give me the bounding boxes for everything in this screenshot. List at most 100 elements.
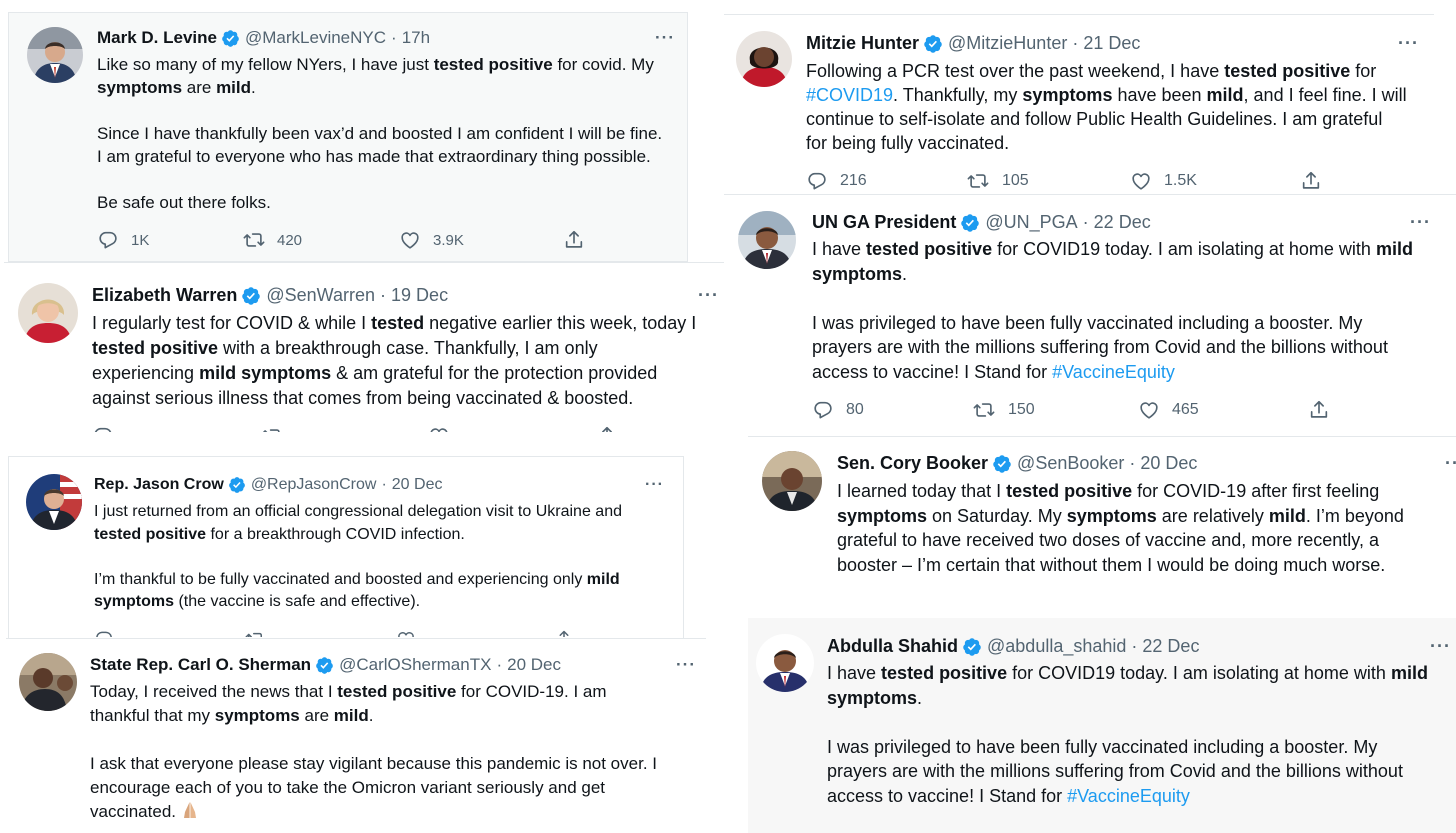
retweet-button[interactable]	[260, 425, 296, 432]
text-segment: experiencing	[92, 363, 200, 383]
tweet-card-booker[interactable]: Sen. Cory Booker @SenBooker · 20 Dec ···…	[748, 436, 1456, 618]
avatar[interactable]	[27, 27, 83, 83]
author-handle[interactable]: @SenBooker	[1017, 453, 1124, 474]
like-button[interactable]: 465	[1138, 399, 1199, 421]
like-button[interactable]: 1.5K	[1130, 170, 1197, 192]
tweet-card-hunter[interactable]: Mitzie Hunter @MitzieHunter · 21 Dec ···…	[724, 14, 1434, 194]
retweet-button[interactable]	[244, 629, 278, 637]
highlight-term: tested positive	[433, 55, 553, 74]
timestamp[interactable]: 22 Dec	[1142, 636, 1199, 657]
more-options-icon[interactable]: ···	[1410, 212, 1431, 233]
share-button[interactable]	[1308, 399, 1342, 421]
separator: ·	[391, 28, 397, 47]
like-button[interactable]	[428, 425, 462, 432]
tweet-header: Mitzie Hunter @MitzieHunter · 21 Dec	[806, 33, 1140, 54]
tweet-card-crow[interactable]: Rep. Jason Crow @RepJasonCrow · 20 Dec ·…	[8, 456, 684, 638]
separator: ·	[1072, 33, 1079, 53]
text-segment: & am grateful for the protection provide…	[331, 363, 658, 383]
author-name[interactable]: State Rep. Carl O. Sherman	[90, 655, 311, 675]
avatar[interactable]	[19, 653, 77, 711]
hashtag-link[interactable]: #VaccineEquity	[1067, 786, 1190, 806]
author-name[interactable]: Mark D. Levine	[97, 28, 217, 48]
reply-button[interactable]: 80	[812, 399, 864, 421]
more-options-icon[interactable]: ···	[698, 285, 719, 306]
reply-button[interactable]: 1K	[97, 229, 149, 251]
author-name[interactable]: Rep. Jason Crow	[94, 476, 224, 494]
text-segment: thankful that my	[90, 706, 215, 725]
timestamp[interactable]: 17h	[402, 28, 430, 48]
author-name[interactable]: Elizabeth Warren	[92, 285, 237, 306]
like-button[interactable]	[396, 629, 428, 637]
action-bar: 216 105 1.5K	[806, 170, 1326, 194]
tweet-header: Elizabeth Warren @SenWarren · 19 Dec	[92, 285, 448, 306]
tweet-card-unpga[interactable]: UN GA President @UN_PGA · 22 Dec ··· I h…	[724, 194, 1456, 436]
text-segment: (the vaccine is safe and effective).	[174, 593, 421, 611]
author-name[interactable]: Abdulla Shahid	[827, 636, 958, 657]
tweet-header: Mark D. Levine @MarkLevineNYC · 17h	[97, 28, 430, 48]
text-line: encourage each of you to take the Omicro…	[90, 778, 606, 797]
text-line: for being fully vaccinated.	[806, 133, 1010, 153]
verified-icon	[962, 637, 982, 657]
tweet-card-sherman[interactable]: State Rep. Carl O. Sherman @CarlOSherman…	[6, 638, 706, 833]
author-name[interactable]: UN GA President	[812, 212, 956, 233]
author-handle[interactable]: @UN_PGA	[985, 212, 1077, 233]
text-segment: access to vaccine! I Stand for	[812, 361, 1053, 382]
hashtag-link[interactable]: #VaccineEquity	[1052, 362, 1175, 382]
hashtag-link[interactable]: #COVID19	[806, 85, 893, 105]
like-button[interactable]: 3.9K	[399, 229, 464, 251]
author-handle[interactable]: @MitzieHunter	[948, 33, 1067, 54]
avatar[interactable]	[18, 283, 78, 343]
share-button[interactable]	[563, 229, 597, 251]
timestamp[interactable]: 19 Dec	[391, 285, 448, 306]
text-segment: Like so many of my fellow NYers, I have …	[97, 55, 434, 74]
tweet-card-shahid[interactable]: Abdulla Shahid @abdulla_shahid · 22 Dec …	[748, 618, 1456, 833]
text-segment: I have	[827, 663, 882, 683]
author-handle[interactable]: @abdulla_shahid	[987, 636, 1126, 657]
highlight-term: symptoms	[1066, 505, 1157, 526]
tweet-card-warren[interactable]: Elizabeth Warren @SenWarren · 19 Dec ···…	[4, 262, 734, 432]
reply-button[interactable]: 216	[806, 170, 867, 192]
more-options-icon[interactable]: ···	[1430, 636, 1451, 657]
avatar[interactable]	[736, 31, 792, 87]
avatar[interactable]	[762, 451, 822, 511]
more-options-icon[interactable]: ···	[1398, 33, 1419, 54]
more-options-icon[interactable]: ···	[1445, 453, 1456, 474]
share-button[interactable]	[596, 425, 630, 432]
more-options-icon[interactable]: ···	[655, 28, 675, 48]
share-button[interactable]	[1300, 170, 1334, 192]
more-options-icon[interactable]: ···	[645, 476, 664, 494]
timestamp[interactable]: 22 Dec	[1094, 212, 1151, 233]
timestamp[interactable]: 21 Dec	[1083, 33, 1140, 54]
retweet-button[interactable]: 150	[972, 399, 1035, 421]
share-icon	[596, 425, 618, 432]
like-count: 1.5K	[1164, 172, 1197, 189]
avatar[interactable]	[26, 474, 82, 530]
share-button[interactable]	[554, 629, 584, 637]
author-handle[interactable]: @CarlOShermanTX	[339, 655, 491, 675]
text-line: continue to self-isolate and follow Publ…	[806, 109, 1383, 129]
author-name[interactable]: Mitzie Hunter	[806, 33, 919, 54]
text-line: symptoms on Saturday. My symptoms are re…	[837, 504, 1404, 529]
author-name[interactable]: Sen. Cory Booker	[837, 453, 988, 474]
retweet-button[interactable]: 420	[243, 229, 302, 251]
separator: ·	[380, 285, 387, 305]
highlight-term: tested	[371, 313, 425, 333]
avatar[interactable]	[756, 634, 814, 692]
text-line: thankful that my symptoms are mild.	[90, 704, 657, 728]
author-handle[interactable]: @SenWarren	[266, 285, 375, 306]
timestamp[interactable]: 20 Dec	[1140, 453, 1197, 474]
avatar[interactable]	[738, 211, 796, 269]
action-bar-cropped	[94, 629, 584, 637]
reply-button[interactable]	[94, 629, 126, 637]
more-options-icon[interactable]: ···	[676, 655, 696, 675]
timestamp[interactable]: 20 Dec	[507, 655, 561, 675]
text-segment: for covid. My	[552, 55, 654, 74]
author-handle[interactable]: @MarkLevineNYC	[245, 28, 386, 48]
text-segment: Today, I received the news that I	[90, 682, 338, 701]
timestamp[interactable]: 20 Dec	[392, 476, 443, 494]
text-segment: I’m thankful to be fully vaccinated and …	[94, 570, 587, 588]
retweet-button[interactable]: 105	[966, 170, 1029, 192]
author-handle[interactable]: @RepJasonCrow	[251, 476, 377, 494]
reply-button[interactable]	[92, 425, 126, 432]
tweet-card-levine[interactable]: Mark D. Levine @MarkLevineNYC · 17h ··· …	[8, 12, 688, 262]
